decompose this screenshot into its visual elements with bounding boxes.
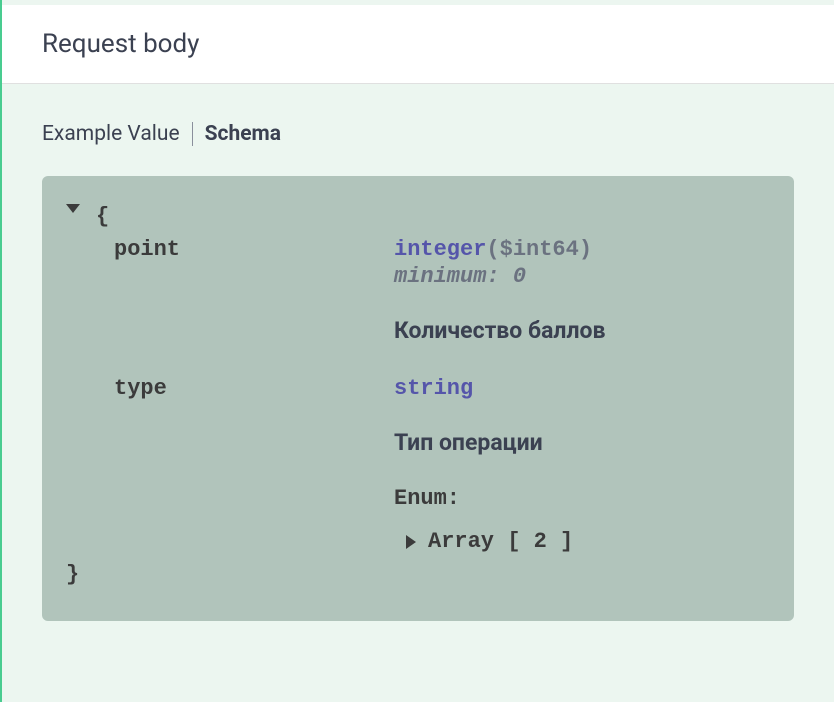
- property-details-type: string Тип операции Enum: Array [ 2 ]: [394, 376, 770, 554]
- schema-properties: point integer($int64) minimum: 0 Количес…: [66, 237, 770, 554]
- request-body-header: Request body: [2, 5, 834, 84]
- type-format-int64: ($int64): [486, 237, 592, 262]
- collapse-toggle[interactable]: [66, 204, 88, 213]
- close-brace: }: [66, 562, 770, 587]
- type-integer: integer: [394, 237, 486, 262]
- schema-tabs: Example Value Schema: [42, 122, 794, 146]
- chevron-right-icon: [406, 535, 416, 549]
- property-type-line: integer($int64): [394, 237, 770, 262]
- enum-array-toggle[interactable]: Array [ 2 ]: [394, 529, 770, 554]
- property-name-type: type: [114, 376, 394, 401]
- tab-example-value[interactable]: Example Value: [42, 122, 180, 146]
- tab-divider: [192, 122, 193, 146]
- chevron-down-icon: [66, 204, 80, 213]
- property-type: type string Тип операции Enum: Array [ 2…: [114, 376, 770, 554]
- description-type: Тип операции: [394, 429, 770, 456]
- request-body-panel: Request body Example Value Schema { poin…: [0, 0, 834, 702]
- constraint-minimum: minimum: 0: [394, 264, 770, 289]
- property-details-point: integer($int64) minimum: 0 Количество ба…: [394, 237, 770, 368]
- schema-container: { point integer($int64) minimum: 0 Колич…: [42, 176, 794, 621]
- schema-open-row: {: [66, 204, 770, 229]
- enum-array-text: Array [ 2 ]: [428, 529, 573, 554]
- property-type-line: string: [394, 376, 770, 401]
- section-title: Request body: [42, 29, 794, 59]
- open-brace: {: [96, 204, 109, 229]
- type-string: string: [394, 376, 473, 401]
- property-name-point: point: [114, 237, 394, 262]
- tab-schema[interactable]: Schema: [205, 122, 281, 146]
- description-point: Количество баллов: [394, 317, 770, 344]
- request-body-content: Example Value Schema { point integer($in…: [2, 84, 834, 659]
- property-point: point integer($int64) minimum: 0 Количес…: [114, 237, 770, 368]
- enum-label: Enum:: [394, 486, 770, 511]
